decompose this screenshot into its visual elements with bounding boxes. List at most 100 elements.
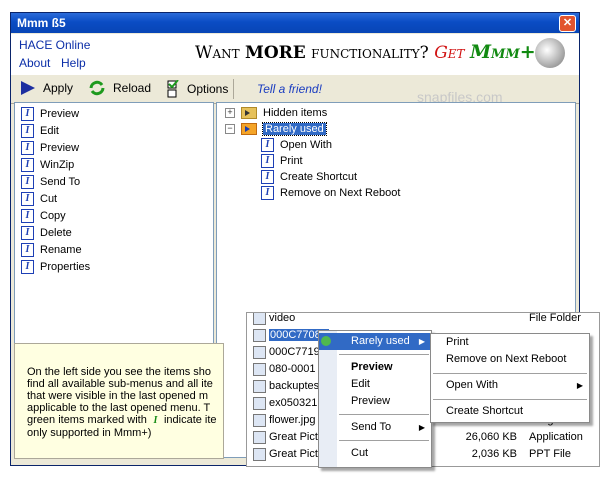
menu-about[interactable]: About bbox=[19, 56, 50, 70]
list-item[interactable]: I Copy bbox=[21, 208, 66, 224]
menu-item-preview[interactable]: Preview bbox=[319, 393, 431, 410]
file-row[interactable]: 080-0001 bbox=[253, 361, 316, 377]
tree-item[interactable]: I Remove on Next Reboot bbox=[261, 185, 400, 201]
item-icon: I bbox=[21, 158, 34, 172]
info-line: green items marked with I indicate ite bbox=[27, 414, 223, 427]
list-item-label: Preview bbox=[40, 142, 80, 154]
context-menu: Rarely used ▶ Preview Edit Preview Send … bbox=[318, 330, 432, 468]
submenu-item-print[interactable]: Print bbox=[431, 334, 589, 351]
file-size: 26,060 KB bbox=[465, 431, 517, 443]
list-item[interactable]: I WinZip bbox=[21, 157, 74, 173]
submenu-arrow-icon: ▶ bbox=[576, 381, 583, 390]
options-button[interactable]: Options bbox=[167, 80, 228, 98]
toolbar: Apply Reload Options Tell a friend! snap… bbox=[11, 74, 579, 105]
tree-item-label: Open With bbox=[280, 139, 332, 151]
item-icon: I bbox=[21, 175, 34, 189]
slogan-functionality: functionality? bbox=[305, 43, 435, 63]
file-row[interactable]: Great Pict bbox=[253, 446, 318, 462]
file-name: backuptes bbox=[269, 380, 320, 392]
expand-icon[interactable]: + bbox=[225, 108, 235, 118]
item-icon: I bbox=[261, 154, 274, 168]
tree-item[interactable]: I Open With bbox=[261, 137, 332, 153]
item-icon: I bbox=[261, 170, 274, 184]
info-line-part: indicate ite bbox=[163, 414, 217, 426]
slogan-want: Want bbox=[195, 43, 246, 63]
file-row[interactable]: flower.jpg bbox=[253, 412, 315, 428]
tree-node-hidden-items[interactable]: + Hidden items bbox=[225, 105, 327, 121]
item-icon: I bbox=[21, 141, 34, 155]
tree-node-rarely-used[interactable]: − Rarely used bbox=[225, 121, 327, 137]
list-item[interactable]: I Cut bbox=[21, 191, 57, 207]
tree-item[interactable]: I Print bbox=[261, 153, 303, 169]
tree-item-label: Create Shortcut bbox=[280, 171, 358, 183]
slogan-get: Get bbox=[434, 43, 465, 63]
list-item-label: Edit bbox=[40, 125, 59, 137]
menu-item-cut[interactable]: Cut bbox=[319, 445, 431, 462]
list-item[interactable]: I Preview bbox=[21, 106, 79, 122]
logo-ball-icon bbox=[535, 38, 565, 68]
banner-slogan[interactable]: Want MORE functionality? Get Mmm+ bbox=[195, 41, 536, 63]
info-line: On the left side you see the items sho bbox=[27, 366, 212, 378]
list-item[interactable]: I Rename bbox=[21, 242, 82, 258]
file-icon bbox=[253, 430, 266, 444]
file-row[interactable]: video bbox=[253, 312, 296, 326]
file-icon bbox=[253, 413, 266, 427]
checklist-icon bbox=[167, 80, 179, 98]
list-item-label: Preview bbox=[40, 108, 80, 120]
reload-button[interactable]: Reload bbox=[87, 80, 151, 96]
submenu-item-remove-on-reboot[interactable]: Remove on Next Reboot bbox=[431, 351, 589, 368]
info-text: On the left side you see the items sho f… bbox=[15, 344, 223, 439]
apply-button[interactable]: Apply bbox=[19, 80, 73, 96]
menu-help[interactable]: Help bbox=[61, 56, 86, 70]
info-line: only supported in Mmm+) bbox=[27, 427, 152, 439]
file-row[interactable]: ex050321 bbox=[253, 395, 317, 411]
menu-hace-online[interactable]: HACE Online bbox=[19, 38, 90, 52]
list-item-label: Rename bbox=[40, 244, 82, 256]
file-icon bbox=[253, 447, 266, 461]
file-name: flower.jpg bbox=[269, 414, 316, 426]
item-icon: I bbox=[21, 124, 34, 138]
close-button[interactable]: ✕ bbox=[559, 15, 576, 32]
menu-separator bbox=[433, 399, 587, 400]
submenu-item-create-shortcut[interactable]: Create Shortcut bbox=[431, 403, 589, 420]
file-icon bbox=[253, 362, 266, 376]
menu-item-label: Send To bbox=[351, 421, 392, 433]
list-item[interactable]: I Properties bbox=[21, 259, 90, 275]
menu-item-edit[interactable]: Edit bbox=[319, 376, 431, 393]
list-item-label: Properties bbox=[40, 261, 91, 273]
tree-item[interactable]: I Create Shortcut bbox=[261, 169, 357, 185]
list-item[interactable]: I Send To bbox=[21, 174, 80, 190]
file-row[interactable]: Great Pict bbox=[253, 429, 318, 445]
banner-logo: Mmm+ bbox=[469, 41, 536, 63]
menu-separator bbox=[433, 373, 587, 374]
submenu-item-open-with[interactable]: Open With ▶ bbox=[431, 377, 589, 394]
menu-separator bbox=[339, 440, 429, 441]
file-icon bbox=[253, 379, 266, 393]
item-icon: I bbox=[261, 138, 274, 152]
info-line: applicable to the last opened menu. T bbox=[27, 402, 211, 414]
list-item[interactable]: I Edit bbox=[21, 123, 59, 139]
menu-item-send-to[interactable]: Send To ▶ bbox=[319, 419, 431, 436]
options-label: Options bbox=[187, 82, 229, 96]
file-row[interactable]: 000C7719 bbox=[253, 344, 320, 360]
slogan-more: MORE bbox=[245, 43, 306, 63]
file-row[interactable]: backuptes bbox=[253, 378, 319, 394]
list-item[interactable]: I Delete bbox=[21, 225, 72, 241]
menu-separator bbox=[339, 414, 429, 415]
file-name: video bbox=[269, 312, 296, 324]
title-bar[interactable]: Mmm ß5 ✕ bbox=[11, 13, 579, 33]
collapse-icon[interactable]: − bbox=[225, 124, 235, 134]
tell-a-friend-link[interactable]: Tell a friend! bbox=[257, 82, 322, 96]
file-type: PPT File bbox=[529, 448, 571, 460]
file-type: Application bbox=[529, 431, 583, 443]
menu-item-preview-default[interactable]: Preview bbox=[319, 359, 431, 376]
file-name: Great Pict bbox=[269, 448, 318, 460]
green-dot-icon bbox=[321, 336, 331, 346]
file-icon bbox=[253, 313, 266, 325]
menu-item-rarely-used[interactable]: Rarely used ▶ bbox=[319, 333, 431, 350]
list-item[interactable]: I Preview bbox=[21, 140, 79, 156]
folder-open-icon bbox=[241, 123, 257, 135]
items-list[interactable]: I Preview I Edit I Preview I WinZip I Send To I Cut… bbox=[14, 102, 214, 344]
list-item-label: Send To bbox=[40, 176, 81, 188]
apply-label: Apply bbox=[43, 81, 74, 95]
